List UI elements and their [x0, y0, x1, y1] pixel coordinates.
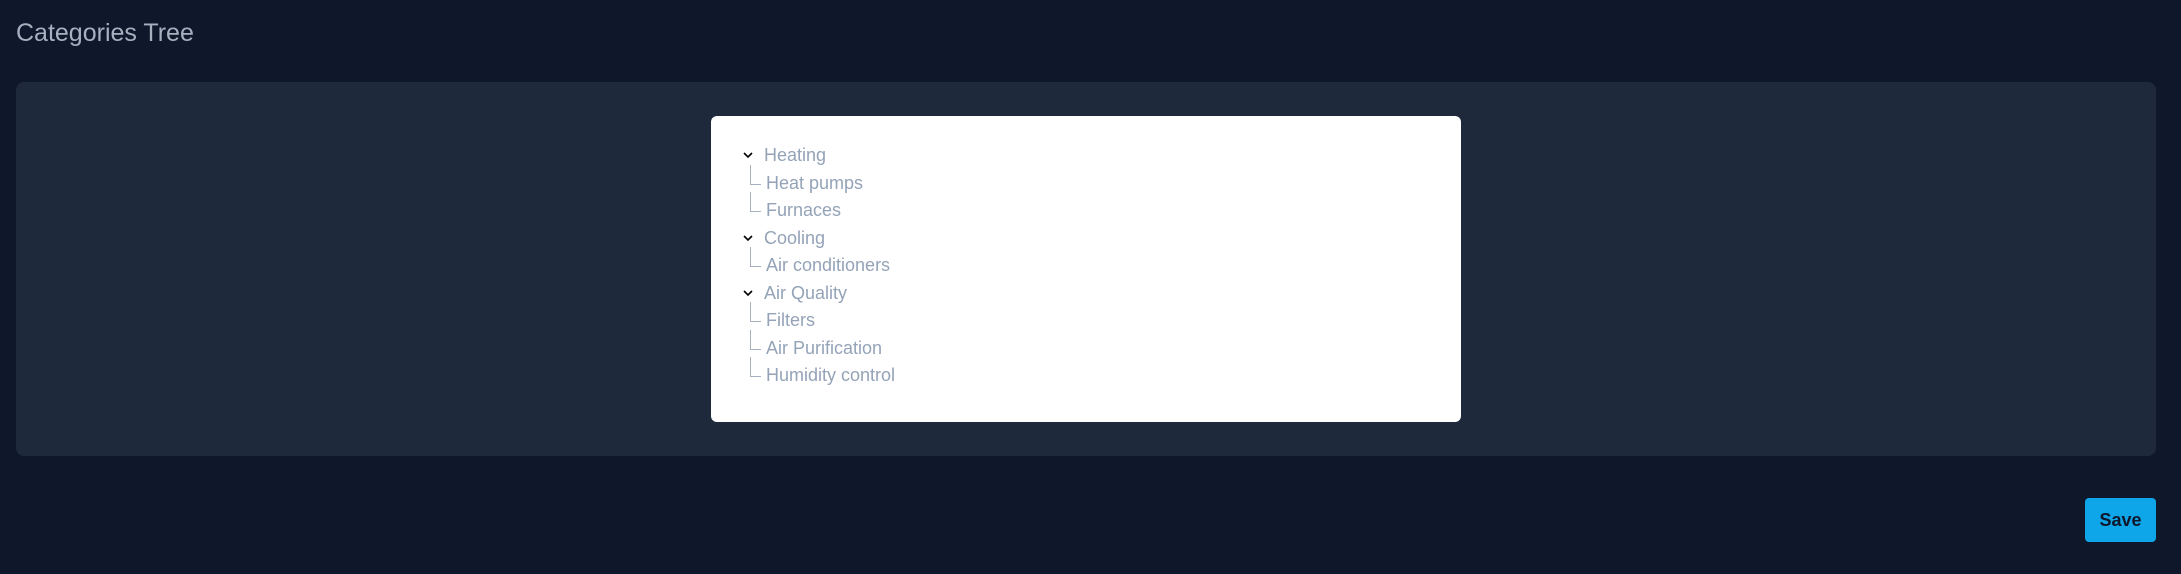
page-title: Categories Tree: [16, 19, 194, 47]
tree-leaf-label[interactable]: Air conditioners: [766, 252, 890, 280]
tree-connector: [750, 302, 761, 322]
tree-node-label[interactable]: Air Quality: [764, 280, 847, 308]
tree-connector: [750, 329, 761, 350]
tree-connector: [750, 192, 761, 212]
tree-leaf-label[interactable]: Furnaces: [766, 197, 841, 225]
tree-card: Heating Heat pumps Furnaces Cooling Air …: [711, 116, 1461, 422]
categories-panel: Heating Heat pumps Furnaces Cooling Air …: [16, 82, 2156, 456]
tree-leaf-label[interactable]: Air Purification: [766, 335, 882, 363]
tree-connector: [750, 164, 761, 185]
tree-connector: [750, 357, 761, 377]
tree-leaf-label[interactable]: Heat pumps: [766, 170, 863, 198]
tree-node-label[interactable]: Cooling: [764, 225, 825, 253]
tree-leaf-label[interactable]: Filters: [766, 307, 815, 335]
tree-node-label[interactable]: Heating: [764, 142, 826, 170]
tree-leaf-label[interactable]: Humidity control: [766, 362, 895, 390]
save-button[interactable]: Save: [2085, 498, 2156, 542]
tree-connector: [750, 247, 761, 267]
